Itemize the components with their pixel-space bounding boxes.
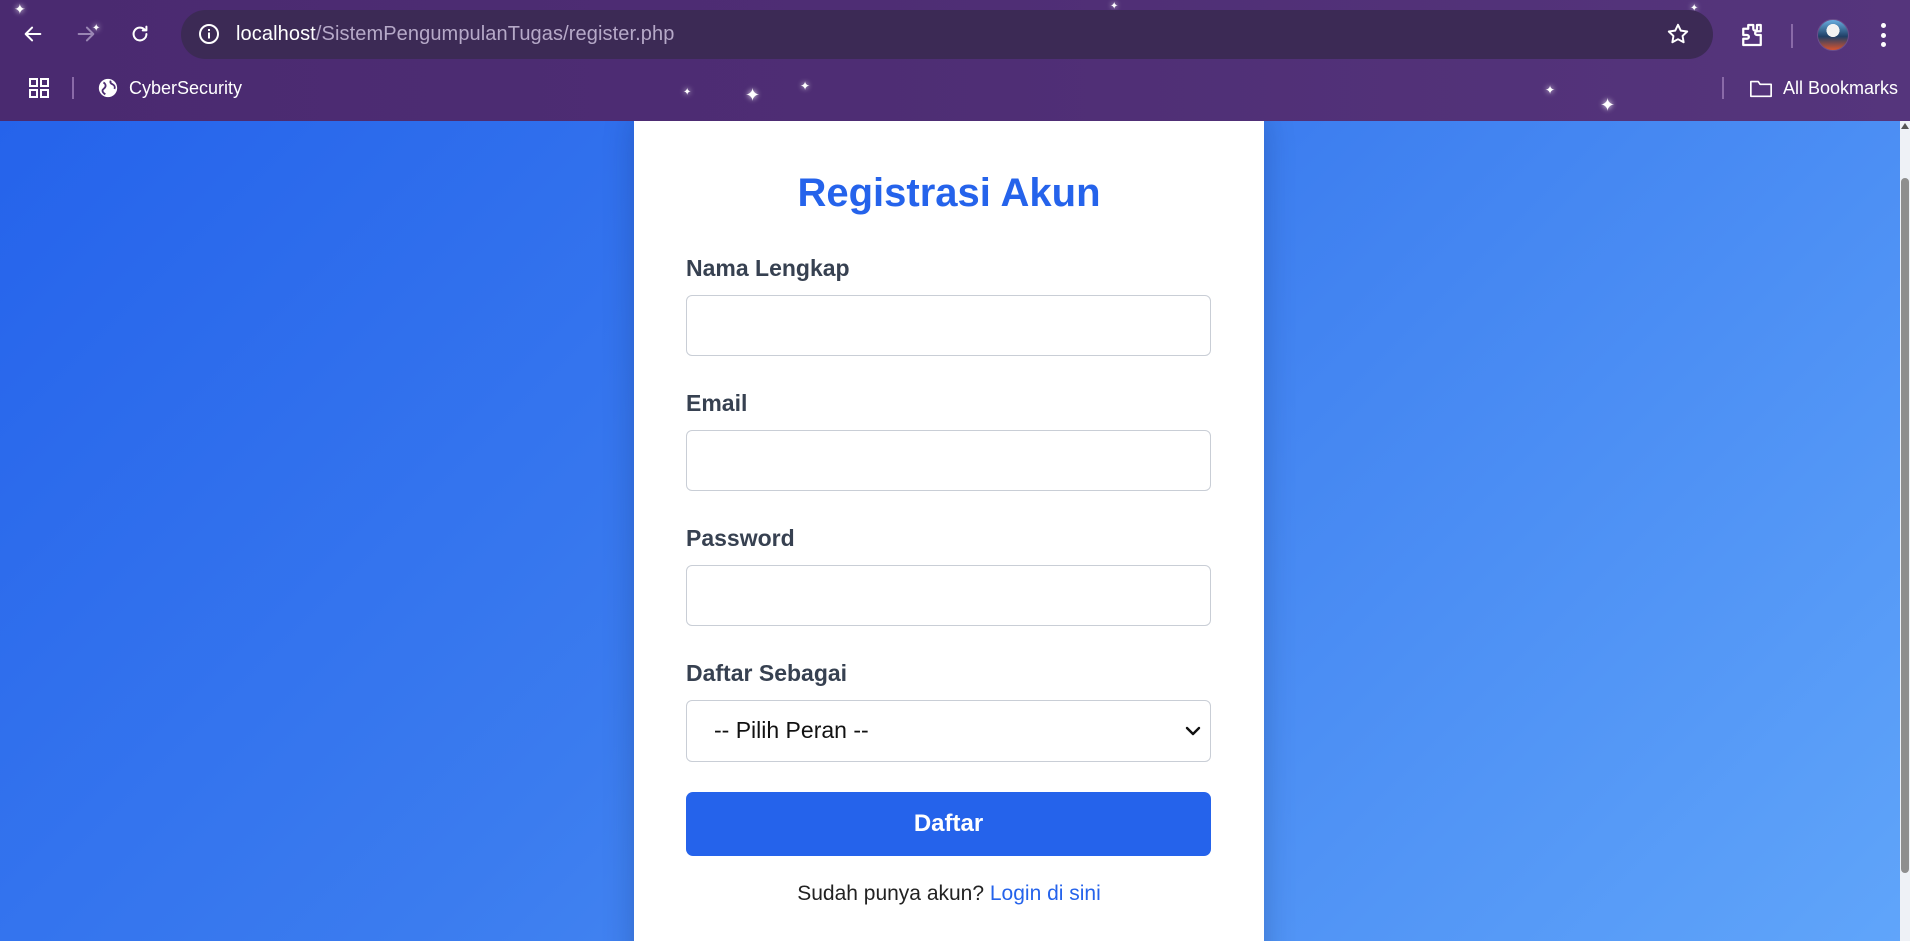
profile-avatar[interactable] <box>1817 19 1849 51</box>
email-input[interactable] <box>686 430 1211 491</box>
back-button[interactable] <box>15 16 51 52</box>
scroll-up-arrow-icon[interactable] <box>1901 123 1909 129</box>
all-bookmarks-button[interactable]: All Bookmarks <box>1749 74 1898 102</box>
browser-chrome: ✦ ✦ ✦ ✦ ✦ ✦ ✦ ✦ ✦ localhost/SistemPengum… <box>0 0 1910 121</box>
folder-icon <box>1750 80 1772 98</box>
forward-button[interactable] <box>68 16 104 52</box>
url-host: localhost <box>236 23 316 45</box>
scrollbar-thumb[interactable] <box>1901 178 1909 873</box>
bookmark-label: CyberSecurity <box>129 77 243 98</box>
register-button[interactable]: Daftar <box>686 792 1211 856</box>
apps-grid-icon[interactable] <box>27 76 51 100</box>
toolbar-divider <box>1791 24 1793 48</box>
page-viewport: Registrasi Akun Nama Lengkap Email Passw… <box>0 121 1910 941</box>
url-path: /SistemPengumpulanTugas/register.php <box>315 23 675 45</box>
browser-toolbar: localhost/SistemPengumpulanTugas/registe… <box>0 6 1910 62</box>
bookmarks-bar: CyberSecurity All Bookmarks <box>0 66 1910 110</box>
bookmarks-divider <box>1722 77 1724 99</box>
site-info-icon[interactable] <box>197 22 221 46</box>
globe-icon <box>98 78 118 98</box>
bookmark-star-icon[interactable] <box>1665 21 1691 47</box>
chevron-down-icon <box>1185 726 1201 736</box>
role-label: Daftar Sebagai <box>686 660 848 686</box>
role-select-value: -- Pilih Peran -- <box>714 717 869 743</box>
login-prompt: Sudah punya akun? Login di sini <box>634 882 1264 906</box>
password-input[interactable] <box>686 565 1211 626</box>
email-label: Email <box>686 390 748 416</box>
login-prompt-text: Sudah punya akun? <box>797 882 985 905</box>
bookmarks-divider <box>72 77 74 99</box>
register-card: Registrasi Akun Nama Lengkap Email Passw… <box>634 121 1264 941</box>
reload-button[interactable] <box>122 16 158 52</box>
password-label: Password <box>686 525 795 551</box>
url-text: localhost/SistemPengumpulanTugas/registe… <box>236 23 674 46</box>
all-bookmarks-label: All Bookmarks <box>1783 77 1899 98</box>
role-select[interactable]: -- Pilih Peran -- <box>686 700 1211 762</box>
fullname-input[interactable] <box>686 295 1211 356</box>
browser-menu-icon[interactable] <box>1873 20 1893 50</box>
fullname-label: Nama Lengkap <box>686 255 850 281</box>
forward-arrow-icon <box>77 26 95 42</box>
address-bar[interactable]: localhost/SistemPengumpulanTugas/registe… <box>181 10 1713 59</box>
page-title: Registrasi Akun <box>797 171 1101 215</box>
page-scrollbar[interactable] <box>1900 121 1910 941</box>
bookmark-cybersecurity[interactable]: CyberSecurity <box>97 74 242 102</box>
extensions-puzzle-icon[interactable] <box>1737 20 1767 50</box>
login-link[interactable]: Login di sini <box>990 882 1101 905</box>
reload-icon <box>132 25 148 42</box>
back-arrow-icon <box>24 26 42 42</box>
